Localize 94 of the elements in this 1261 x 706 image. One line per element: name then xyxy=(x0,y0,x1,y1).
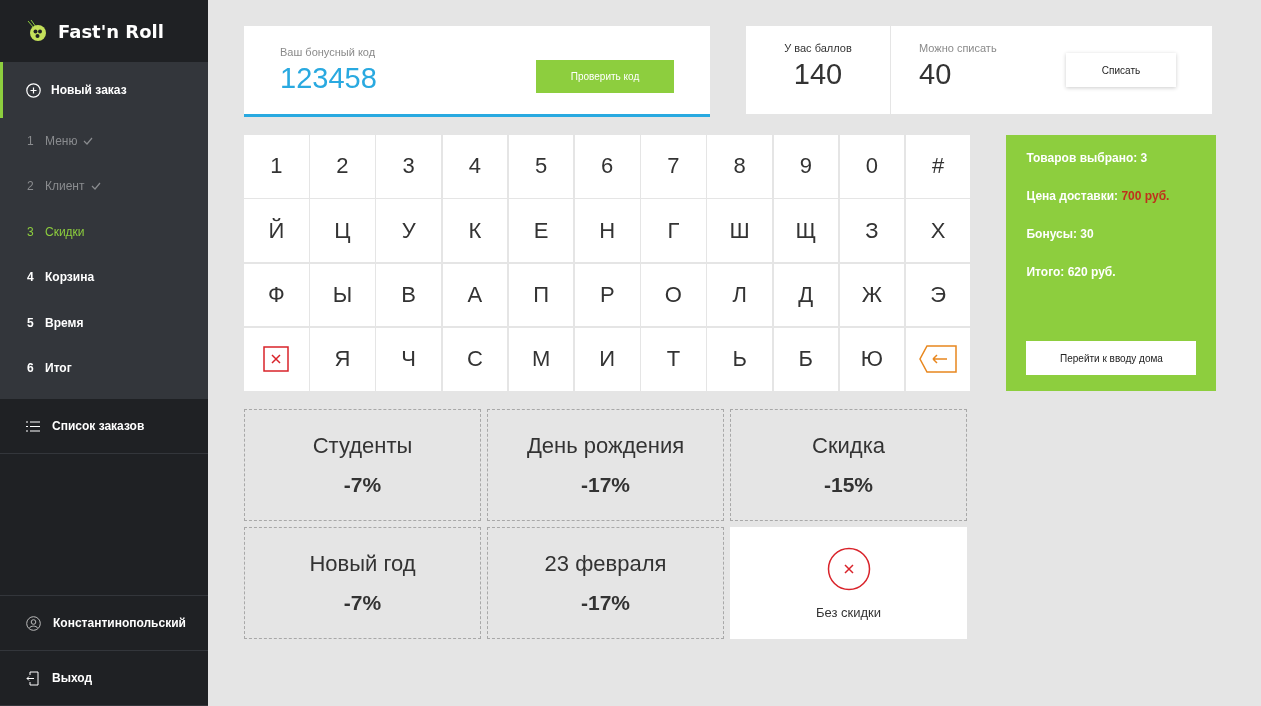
keyboard-key[interactable]: А xyxy=(442,263,508,327)
close-circle-icon xyxy=(826,546,871,591)
keyboard-key[interactable]: Ц xyxy=(310,199,375,262)
discount-amount: -17% xyxy=(581,591,630,615)
step-item[interactable]: 1 Меню xyxy=(0,118,208,164)
orders-list-link[interactable]: Список заказов xyxy=(0,399,208,454)
discount-amount: -17% xyxy=(581,473,630,497)
brand-name: Fast'n Roll xyxy=(58,20,164,42)
summary-line: Бонусы: 30 xyxy=(1026,227,1095,241)
keyboard-key[interactable]: Ь xyxy=(707,328,772,391)
keyboard-key[interactable]: Н xyxy=(574,199,640,262)
clear-icon xyxy=(263,346,290,373)
discount-name: Новый год xyxy=(309,551,416,577)
summary-line: Товаров выбрано: 3 xyxy=(1026,151,1149,165)
keyboard-key[interactable]: # xyxy=(905,135,971,198)
discount-name: Без скидки xyxy=(815,604,881,620)
go-to-house-button[interactable]: Перейти к вводу дома xyxy=(1026,341,1197,375)
keyboard-key[interactable]: Г xyxy=(641,199,706,262)
keyboard-key[interactable]: О xyxy=(641,263,706,327)
discount-name: 23 февраля xyxy=(544,551,667,577)
keyboard-key[interactable]: 2 xyxy=(310,135,375,198)
summary-line: Итого: 620 руб. xyxy=(1026,265,1117,279)
discount-card[interactable]: Новый год -7% xyxy=(244,527,481,639)
discount-name: Скидка xyxy=(812,433,885,459)
discount-amount: -7% xyxy=(343,591,382,615)
discount-card[interactable]: День рождения -17% xyxy=(487,409,724,521)
keyboard-key[interactable]: 1 xyxy=(244,135,309,198)
check-icon xyxy=(83,136,94,145)
keyboard-key[interactable]: Ш xyxy=(707,199,772,262)
keyboard-key[interactable]: 3 xyxy=(376,135,441,198)
keyboard-key[interactable]: Е xyxy=(508,199,574,262)
discount-name: Студенты xyxy=(312,433,413,459)
keyboard-key[interactable]: К xyxy=(442,199,508,262)
keyboard-key[interactable]: Л xyxy=(707,263,772,327)
clear-key[interactable] xyxy=(244,328,309,391)
keyboard-key[interactable]: 8 xyxy=(707,135,772,198)
keyboard-key[interactable]: Ж xyxy=(839,263,905,327)
list-icon xyxy=(26,420,40,432)
user-item[interactable]: Константинопольский xyxy=(0,596,208,651)
backspace-icon xyxy=(919,345,958,374)
discount-amount: -7% xyxy=(343,473,382,497)
step-item[interactable]: 4 Корзина xyxy=(0,254,208,300)
step-item[interactable]: 6 Итог xyxy=(0,345,208,391)
discount-name: День рождения xyxy=(526,433,685,459)
keyboard-key[interactable]: Д xyxy=(773,263,839,327)
check-icon xyxy=(90,182,101,191)
points-label: У вас баллов xyxy=(784,42,852,54)
keyboard-key[interactable]: И xyxy=(574,328,640,391)
summary-line: Цена доставки: 700 руб. xyxy=(1026,189,1171,203)
new-order-item[interactable]: Новый заказ xyxy=(0,62,208,118)
bonus-code-label: Ваш бонусный код xyxy=(280,45,377,58)
writeoff-value: 40 xyxy=(919,58,953,91)
keyboard-key[interactable]: З xyxy=(839,199,905,262)
keyboard-key[interactable]: Ю xyxy=(839,328,905,391)
keyboard-key[interactable]: Х xyxy=(905,199,971,262)
keyboard-key[interactable]: Щ xyxy=(773,199,839,262)
logout-item[interactable]: Выход xyxy=(0,651,208,706)
keyboard-key[interactable]: М xyxy=(508,328,574,391)
keyboard-key[interactable]: Т xyxy=(641,328,706,391)
discount-card[interactable]: Без скидки xyxy=(730,527,967,639)
user-icon xyxy=(26,615,41,631)
bonus-code-value: 123458 xyxy=(280,61,377,95)
discount-card[interactable]: 23 февраля -17% xyxy=(487,527,724,639)
keyboard-key[interactable]: Ч xyxy=(376,328,441,391)
keyboard-key[interactable]: С xyxy=(442,328,508,391)
write-off-button[interactable]: Списать xyxy=(1066,53,1176,87)
keyboard-key[interactable]: Б xyxy=(773,328,839,391)
plus-circle-icon xyxy=(26,82,41,98)
discount-card[interactable]: Скидка -15% xyxy=(730,409,967,521)
discount-amount: -15% xyxy=(824,473,873,497)
keyboard-key[interactable]: Р xyxy=(574,263,640,327)
logout-icon xyxy=(26,670,40,686)
keyboard-key[interactable]: 9 xyxy=(773,135,839,198)
keyboard-key[interactable]: 4 xyxy=(442,135,508,198)
keyboard-key[interactable]: 5 xyxy=(508,135,574,198)
keyboard-key[interactable]: Э xyxy=(905,263,971,327)
keyboard-key[interactable]: Ф xyxy=(244,263,309,327)
writeoff-label: Можно списать xyxy=(919,42,998,54)
step-item[interactable]: 5 Время xyxy=(0,300,208,346)
keyboard-key[interactable]: У xyxy=(376,199,441,262)
step-item[interactable]: 3 Скидки xyxy=(0,209,208,255)
keyboard-key[interactable]: В xyxy=(376,263,441,327)
keyboard-key[interactable]: 0 xyxy=(839,135,905,198)
keyboard-key[interactable]: 6 xyxy=(574,135,640,198)
keyboard-key[interactable]: Я xyxy=(310,328,375,391)
keyboard-key[interactable]: Ы xyxy=(310,263,375,327)
logo-icon xyxy=(26,20,48,42)
keyboard-key[interactable]: Й xyxy=(244,199,309,262)
keyboard-key[interactable]: 7 xyxy=(641,135,706,198)
backspace-key[interactable] xyxy=(905,328,971,391)
discount-card[interactable]: Студенты -7% xyxy=(244,409,481,521)
points-value: 140 xyxy=(793,58,843,91)
step-item[interactable]: 2 Клиент xyxy=(0,163,208,209)
keyboard-key[interactable]: П xyxy=(508,263,574,327)
